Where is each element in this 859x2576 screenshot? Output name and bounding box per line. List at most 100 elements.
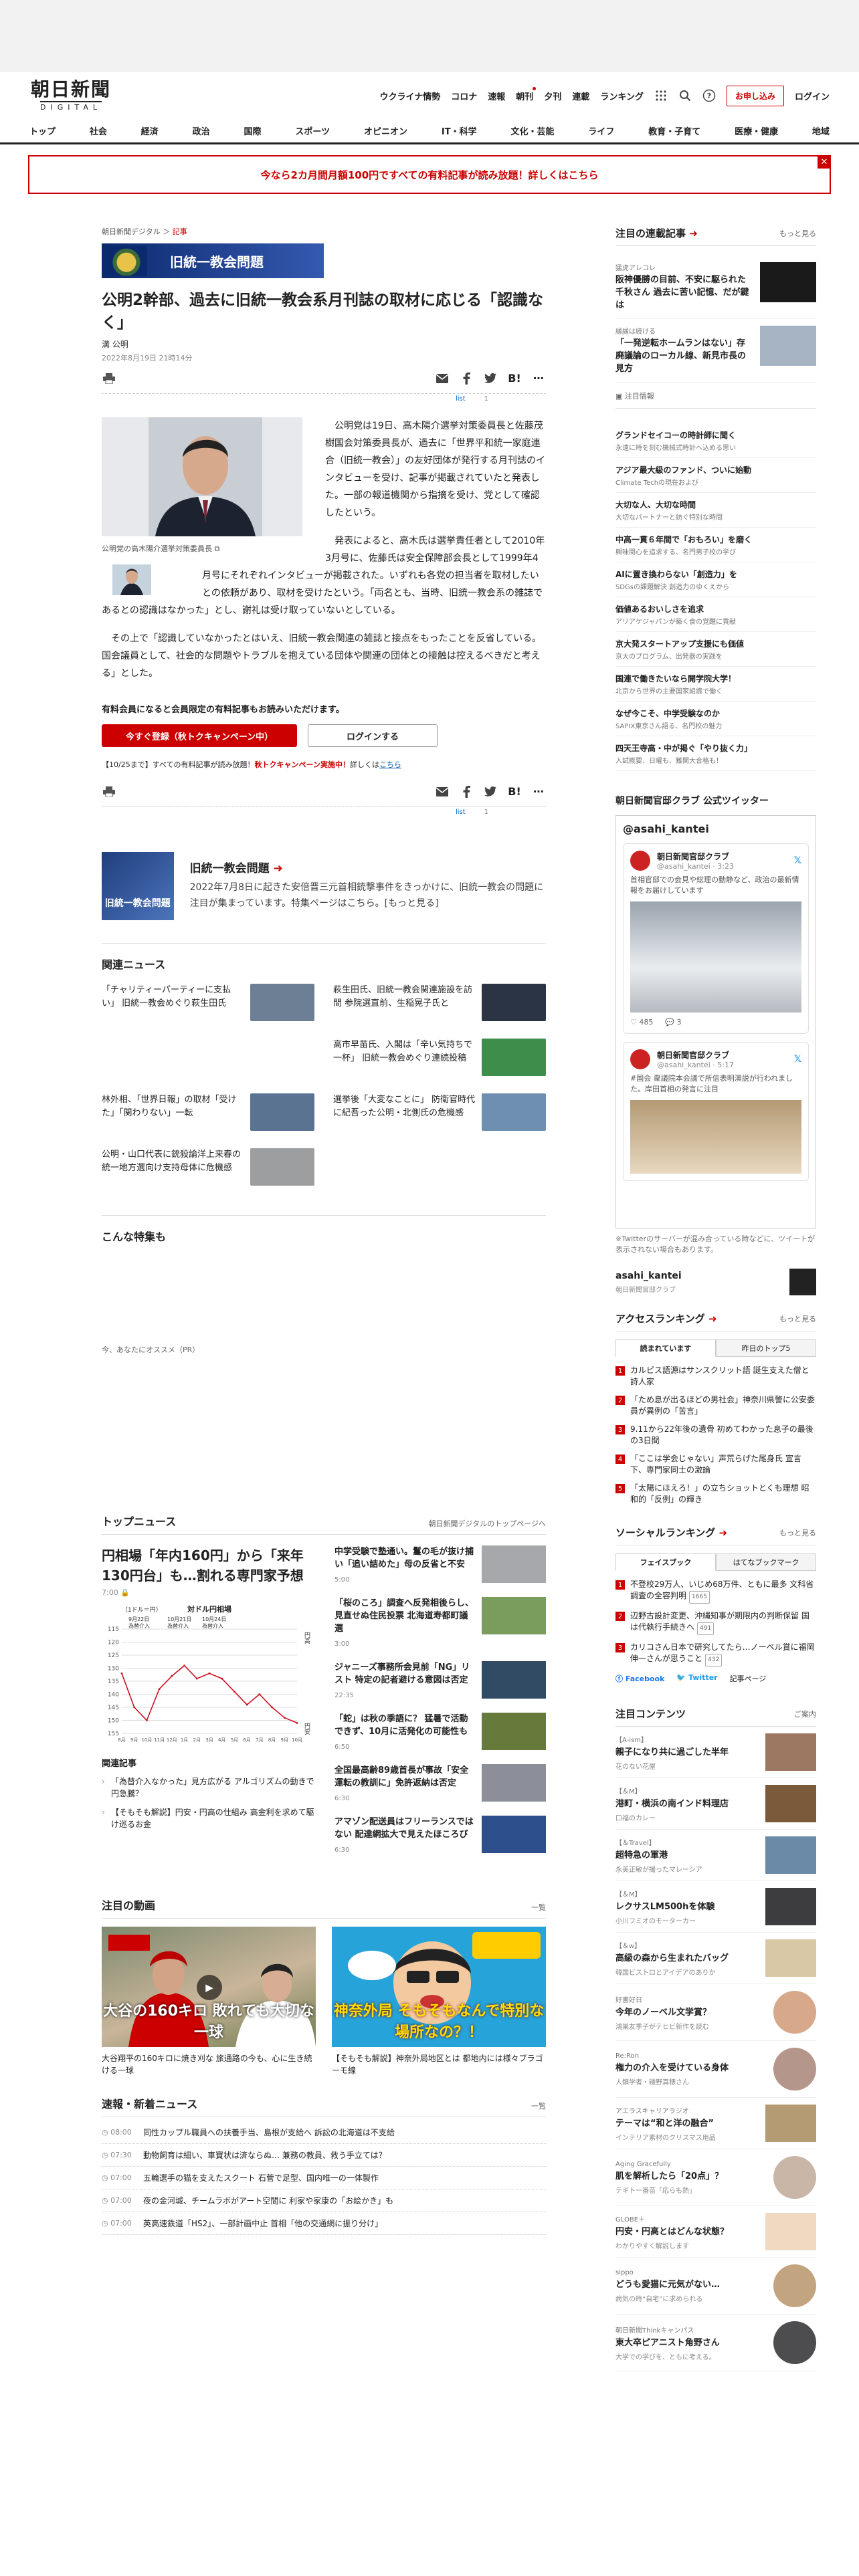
featured-content-item[interactable]: 【A-ism】 親子になり共に過ごした半年 花のない花屋 [615, 1727, 816, 1778]
more-icon[interactable]: ⋯ [531, 784, 546, 799]
related-news-item[interactable]: 高市早苗氏、入閣は「辛い気持ちで一杯」 旧統一教会めぐり連続投稿 [333, 1039, 546, 1079]
featured-content-item[interactable]: 【＆M】 レクサスLM500hを体験 小川フミオのモーターカー [615, 1881, 816, 1933]
cat-sports[interactable]: スポーツ [295, 124, 330, 137]
tweet-card[interactable]: 朝日新聞官邸クラブ @asahi_kantei · 5:17 𝕏 #国会 衆議院… [623, 1042, 809, 1181]
social-ranking-title[interactable]: ソーシャルランキング ➜ [615, 1525, 727, 1539]
tab-facebook[interactable]: フェイスブック [615, 1553, 716, 1571]
related-news-item[interactable]: 「チャリティーパーティーに支払い」 旧統一教会めぐり萩生田氏 [102, 984, 314, 1024]
featured-content-item[interactable]: Re:Ron 権力の介入を受けている身体 人類学者・磯野真穂さん [615, 2041, 816, 2098]
ranking-item[interactable]: 1 カルピス語源はサンスクリット語 誕生支えた僧と詩人家 [615, 1365, 816, 1388]
twitter-link[interactable]: 🐦 Twitter [676, 1673, 717, 1684]
nav-morning[interactable]: 朝刊 [516, 86, 537, 102]
pr-item[interactable]: 四天王寺高・中が掲ぐ「やり抜く力」 入試概要、日曜も、難関大合格も！ [615, 736, 816, 771]
cat-it-science[interactable]: IT・科学 [442, 124, 477, 137]
mail-icon[interactable] [435, 784, 450, 799]
ranking-item[interactable]: 5 「太陽にほえろ！」の立ちショットとくも理想 昭和的「反例」の輝き [615, 1483, 816, 1505]
ranking-more[interactable]: もっと見る [779, 1313, 816, 1324]
breadcrumb-site[interactable]: 朝日新聞デジタル [102, 227, 161, 236]
rensai-more[interactable]: もっと見る [779, 228, 816, 239]
social-ranking-more[interactable]: もっと見る [779, 1527, 816, 1538]
cat-health[interactable]: 医療・健康 [735, 124, 778, 137]
ranking-item[interactable]: 3 カリコさん日本で研究してたら…ノーベル賞に福岡伸一さんが思うこと 432 [615, 1642, 816, 1667]
featured-content-item[interactable]: 朝日新聞Thinkキャンパス 東大卒ピアニスト角野さん 大学での学びを、ともに考える… [615, 2315, 816, 2371]
pr-item[interactable]: 京大発スタートアップ支援にも価値 京大のプログラム、出発器の実践を [615, 632, 816, 667]
cat-education[interactable]: 教育・子育て [648, 124, 700, 137]
twitter-embed[interactable]: @asahi_kantei 朝日新聞官邸クラブ @asahi_kantei · … [615, 815, 816, 1228]
yen-chart[interactable]: （1ドル＝円） 対ドル円相場 115 120 125 130 135 140 145 150 155… [102, 1602, 317, 1744]
breaking-news-item[interactable]: ◷ 07:00 五輪選手の猫を支えたスクート 石菅で足型、国内唯一の一体製作 [102, 2167, 546, 2189]
related-news-item[interactable]: 選挙後「大変なことに」 防衛官時代に紀吾った公明・北側氏の危機感 [333, 1093, 546, 1134]
twitter-icon[interactable] [483, 784, 498, 799]
tweet-card[interactable]: 朝日新聞官邸クラブ @asahi_kantei · 3:23 𝕏 首相官邸での会… [623, 843, 809, 1034]
featured-content-item[interactable]: アエラスキャリアラジオ テーマは“和と洋の融合” インテリア素材のクリスマス用品 [615, 2098, 816, 2149]
featured-content-item[interactable]: 好書好日 今年のノーベル文学賞？ 鴻巣友季子がテヒビ新作を読む [615, 1984, 816, 2041]
breaking-news-more[interactable]: 一覧 [531, 2101, 546, 2111]
tweet-image[interactable] [630, 901, 801, 1012]
play-icon[interactable]: ▶ [197, 1975, 222, 2000]
subscribe-button[interactable]: お申し込み [726, 85, 784, 106]
rensai-title[interactable]: 注目の連載記事 ➜ [615, 226, 698, 240]
cat-society[interactable]: 社会 [90, 124, 107, 137]
close-icon[interactable]: ✕ [818, 155, 831, 169]
top-news-more-link[interactable]: 朝日新聞デジタルのトップページへ [428, 1518, 546, 1529]
lead-news-title[interactable]: 円相場「年内160円」から「来年130円台」も…割れる専門家予想 [102, 1545, 317, 1586]
more-icon[interactable]: ⋯ [531, 371, 546, 386]
video-section-more[interactable]: 一覧 [531, 1902, 546, 1913]
top-news-item[interactable]: ジャニーズ事務所会見前「NG」リスト 特定の記者避ける意図は否定 22:35 [335, 1661, 546, 1702]
expand-icon[interactable]: ⧉ [215, 544, 220, 553]
pr-item[interactable]: 価値あるおいしさを追求 アリアケジャパンが築く食の覚醒に貢献 [615, 597, 816, 632]
login-button[interactable]: ログインする [308, 724, 438, 747]
campaign-banner[interactable]: 今なら2カ月間月額100円ですべての有料記事が読み放題！詳しくはこちら ✕ [28, 155, 831, 194]
pr-item[interactable]: 中高一貫６年間で「おもろい」を磨く 興味関心を追求する、名門男子校の学び [615, 528, 816, 562]
top-news-item[interactable]: 中学受験で塾通い。鬘の毛が抜け捕い「追い詰めた」母の反省と不安 5:00 [335, 1545, 546, 1586]
help-icon[interactable]: ? [702, 89, 716, 102]
nav-series[interactable]: 連載 [572, 90, 589, 102]
cat-life[interactable]: ライフ [588, 124, 614, 137]
search-icon[interactable] [678, 89, 692, 102]
series-article-item[interactable]: 縁縁は続ける 「一発逆転ホームランはない」存廃議論のローカル線、新見市長の見方 [615, 319, 816, 383]
menu-icon[interactable] [654, 89, 668, 102]
tab-most-read[interactable]: 読まれています [615, 1339, 716, 1357]
related-article-2[interactable]: 【そもそも解説】円安・円高の仕組み 高金利を求めて駆け巡るお金 [102, 1806, 317, 1830]
featured-content-item[interactable]: 【＆w】 高級の森から生まれたバッグ 韓国ビストロとアイデアのありか [615, 1933, 816, 1984]
top-news-item[interactable]: 「蛇」は秋の季語に？ 猛暑で活動できず、10月に活発化の可能性も 6:50 [335, 1713, 546, 1753]
nav-corona[interactable]: コロナ [451, 90, 477, 102]
breaking-news-item[interactable]: ◷ 08:00 同性カップル職員への扶養手当、島根が支給へ 訴訟の北海道は不支給 [102, 2121, 546, 2144]
register-button[interactable]: 今すぐ登録（秋トクキャンペーン中） [102, 724, 297, 747]
cat-economy[interactable]: 経済 [141, 124, 159, 137]
campaign-link[interactable]: こちら [379, 760, 401, 769]
ranking-item[interactable]: 2 辺野古設計変更、沖縄知事が期限内の判断保留 国は代執行手続きへ 491 [615, 1610, 816, 1635]
related-article-1[interactable]: 「為替介入なかった」見方広がる アルゴリズムの動きで円急騰？ [102, 1776, 317, 1800]
list-label[interactable]: list [456, 809, 466, 816]
print-icon[interactable] [102, 371, 116, 386]
twitter-icon[interactable] [483, 371, 498, 386]
breaking-news-item[interactable]: ◷ 07:00 夜の金河城、チームラボがアート空間に 利家や家康の「お絵かき」も [102, 2189, 546, 2212]
cat-politics[interactable]: 政治 [193, 124, 210, 137]
article-page-link[interactable]: 記事ページ [730, 1673, 767, 1684]
tab-hatena[interactable]: はてなブックマーク [716, 1553, 816, 1571]
featured-content-item[interactable]: Aging Gracefully 肌を解析したら「20点」？ テギトー番苗「応らも熱… [615, 2149, 816, 2206]
related-news-item[interactable]: 林外相、「世界日報」の取材「受けた」「関わりない」一転 [102, 1093, 314, 1134]
print-icon[interactable] [102, 784, 116, 799]
ranking-title[interactable]: アクセスランキング ➜ [615, 1311, 717, 1325]
pr-item[interactable]: 国連で働きたいなら開学院大学！ 北京から世界の主要国家組織で働く [615, 667, 816, 702]
top-news-item[interactable]: 全国最高齢89歳首長が事故「安全運転の教訓に」免許返納は否定 6:30 [335, 1764, 546, 1805]
featured-contents-more[interactable]: ご案内 [794, 1709, 816, 1719]
cat-culture[interactable]: 文化・芸能 [510, 124, 554, 137]
tab-yesterday-top5[interactable]: 昨日のトップ5 [716, 1339, 816, 1357]
article-photo[interactable] [102, 417, 302, 536]
pr-item[interactable]: AIに置き換わらない「創造力」を SDGsの課題解決 創造力のゆくえから [615, 562, 816, 597]
featured-content-item[interactable]: 【＆Travel】 超特急の軍港 永美正敏が撮ったマレーシア [615, 1830, 816, 1881]
ranking-item[interactable]: 3 9.11から22年後の遺骨 初めてわかった息子の最後の3日間 [615, 1424, 816, 1446]
mail-icon[interactable] [435, 371, 450, 386]
list-label[interactable]: list [456, 395, 466, 403]
featured-content-item[interactable]: GLOBE＋ 円安・円高とはどんな状態？ わかりやすく解説します [615, 2206, 816, 2258]
related-news-item[interactable]: 萩生田氏、旧統一教会関連施設を訪問 参院選直前、生稲晃子氏と [333, 984, 546, 1024]
series-banner[interactable]: 旧統一教会問題 [102, 243, 324, 278]
facebook-icon[interactable] [459, 784, 474, 799]
series-article-item[interactable]: 猛虎アレコレ 阪神優勝の目前、不安に駆られた千秋さん 過去に苦い記憶、だが鍵は [615, 255, 816, 319]
hatena-bookmark-icon[interactable]: B! [507, 784, 522, 799]
nav-breaking[interactable]: 速報 [488, 90, 505, 102]
facebook-icon[interactable] [459, 371, 474, 386]
ranking-item[interactable]: 1 不登校29万人、いじめ68万件、ともに最多 文科省調査の全容判明 1665 [615, 1579, 816, 1604]
